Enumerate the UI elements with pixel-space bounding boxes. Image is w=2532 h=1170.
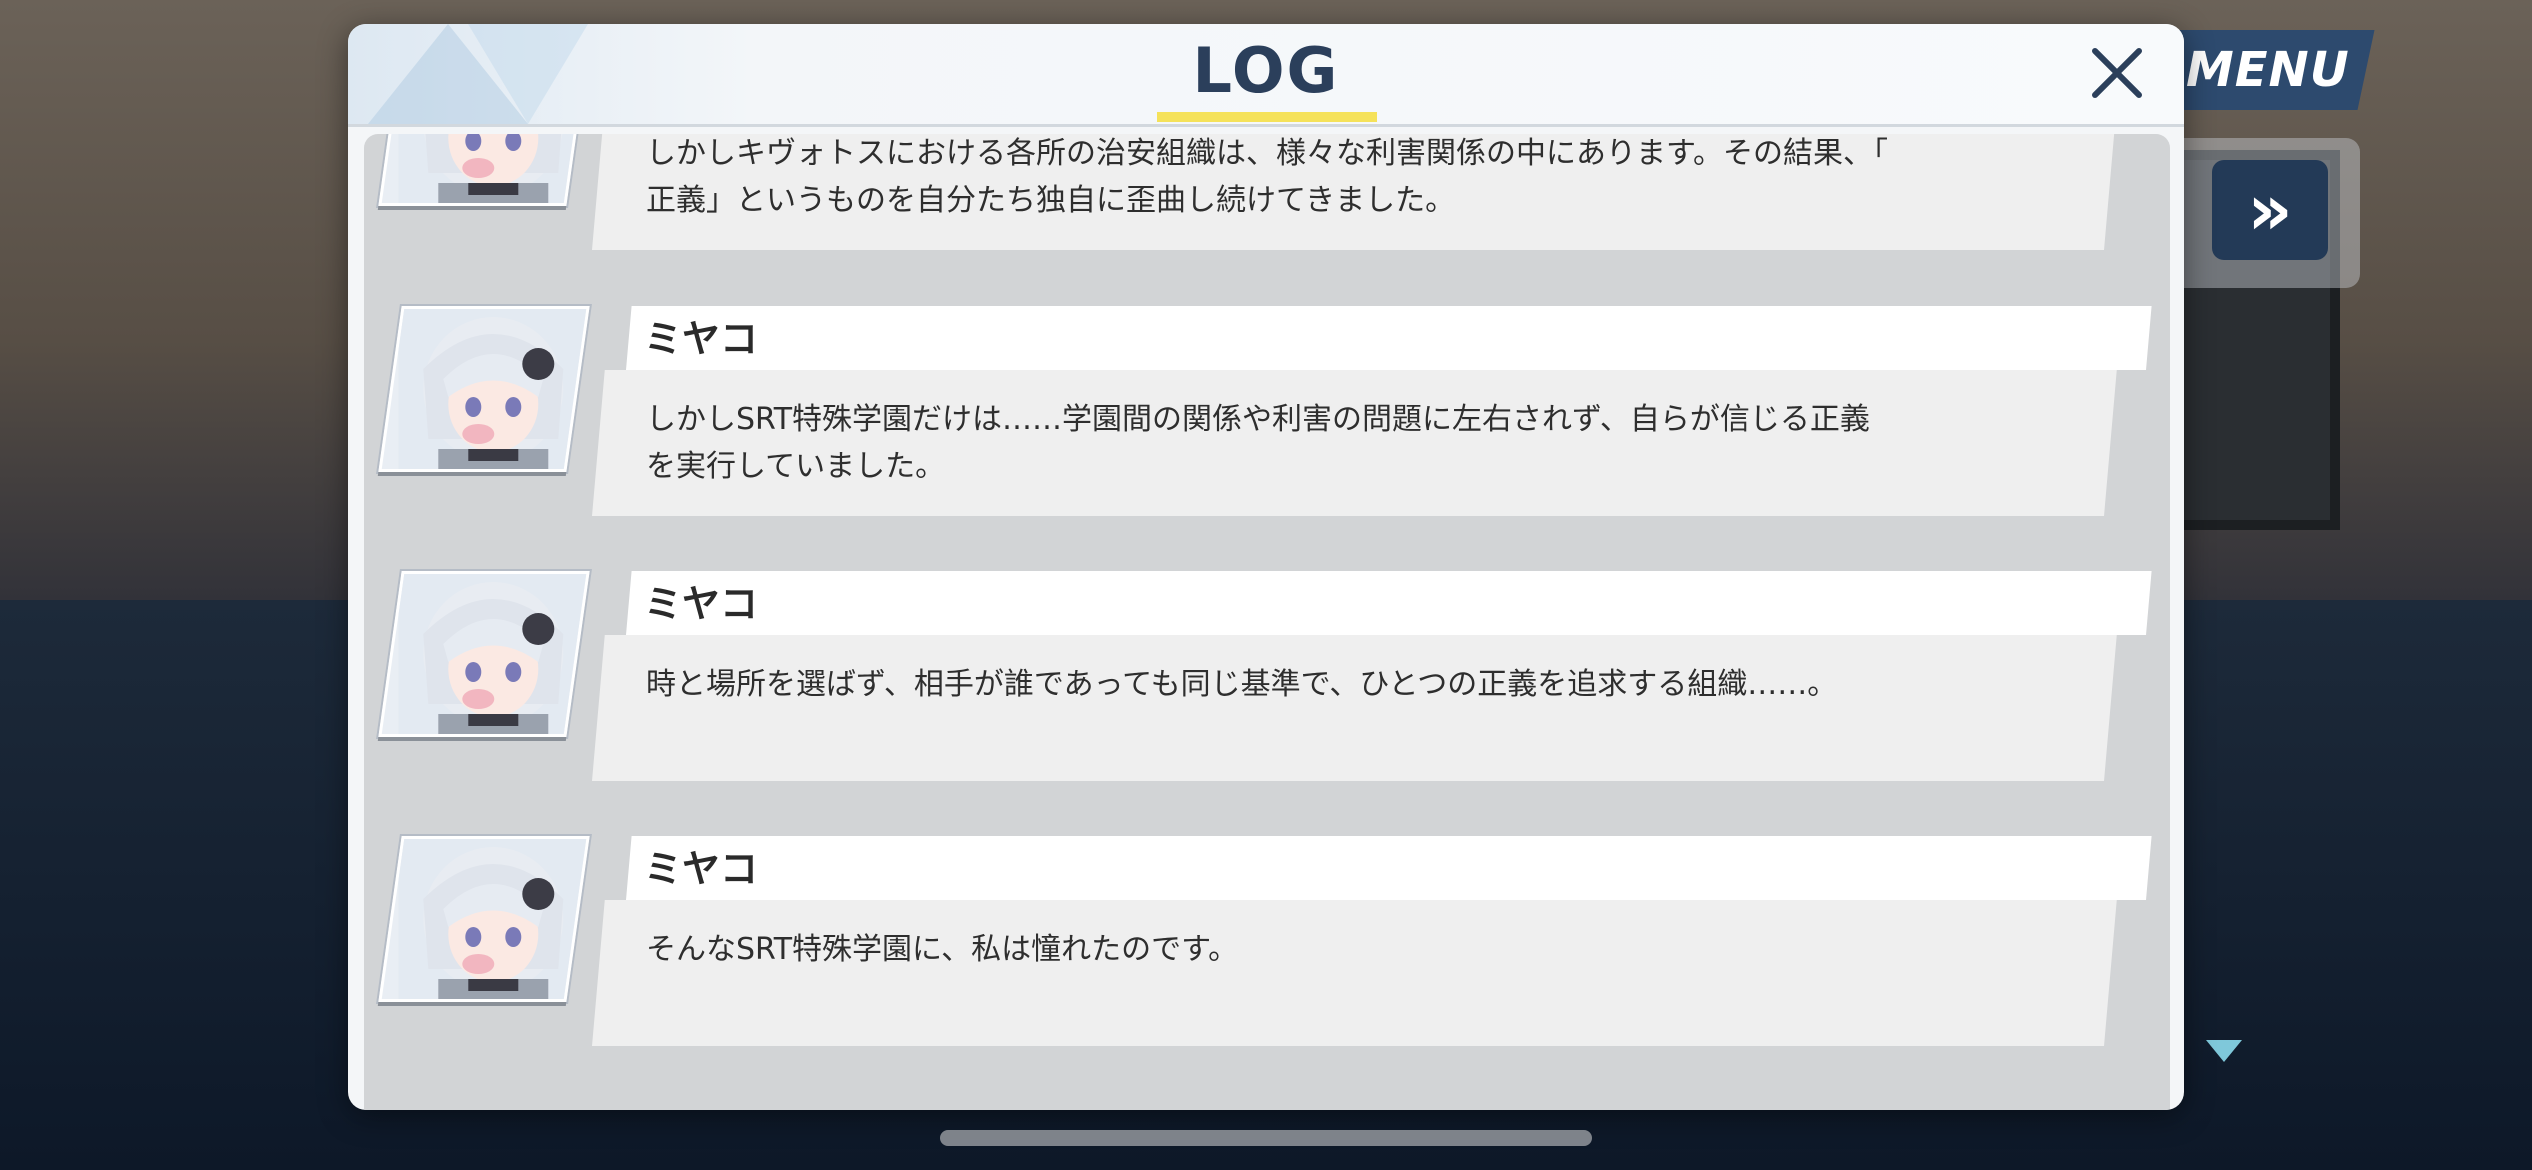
speaker-name-bar: [626, 306, 2152, 370]
character-portrait-image: [398, 839, 589, 1002]
fast-forward-button[interactable]: »: [2212, 160, 2328, 260]
close-button[interactable]: [2082, 38, 2152, 108]
character-portrait-image: [398, 134, 589, 206]
message-box: [592, 635, 2117, 781]
double-chevron-right-icon: »: [2247, 169, 2293, 251]
message-line: そんなSRT特殊学園に、私は憧れたのです。: [646, 932, 1239, 967]
log-entry: しかしキヴォトスにおける各所の治安組織は、様々な利害関係の中にあります。その結果…: [364, 134, 2170, 268]
message-line: 正義」というものを自分たち独自に歪曲し続けてきました。: [646, 183, 1456, 218]
panel-title: LOG: [1192, 34, 1340, 107]
speaker-name-bar: [626, 836, 2152, 900]
close-icon: [2092, 48, 2142, 98]
speaker-name-bar: [626, 571, 2152, 635]
home-indicator[interactable]: [940, 1130, 1592, 1146]
character-portrait: [378, 836, 590, 1002]
log-list[interactable]: しかしキヴォトスにおける各所の治安組織は、様々な利害関係の中にあります。その結果…: [364, 134, 2170, 1110]
log-entry: ミヤコ しかしSRT特殊学園だけは……学園間の関係や利害の問題に左右されず、自ら…: [364, 284, 2170, 534]
log-entry: ミヤコ そんなSRT特殊学園に、私は憧れたのです。: [364, 814, 2170, 1064]
log-entry: ミヤコ 時と場所を選ばず、相手が誰であっても同じ基準で、ひとつの正義を追求する組…: [364, 549, 2170, 799]
menu-button[interactable]: MENU: [2161, 30, 2375, 110]
message-box: [592, 900, 2117, 1046]
character-portrait: [378, 306, 590, 472]
character-portrait-image: [398, 574, 589, 737]
next-indicator-icon: [2206, 1040, 2242, 1062]
message-line: 時と場所を選ばず、相手が誰であっても同じ基準で、ひとつの正義を追求する組織……。: [646, 667, 1838, 702]
message-text: しかしキヴォトスにおける各所の治安組織は、様々な利害関係の中にあります。その結果…: [646, 134, 1888, 224]
character-portrait: [378, 134, 590, 206]
menu-button-label: MENU: [2186, 42, 2350, 98]
message-text: そんなSRT特殊学園に、私は憧れたのです。: [646, 926, 1886, 973]
message-text: 時と場所を選ばず、相手が誰であっても同じ基準で、ひとつの正義を追求する組織……。: [646, 661, 1886, 708]
log-panel: LOG しかしキヴォトスにおける各所の治安組織は、様々な利害関係の中にあります。…: [348, 24, 2184, 1110]
speaker-name: ミヤコ: [644, 317, 759, 361]
speaker-name: ミヤコ: [644, 582, 759, 626]
message-line: しかしSRT特殊学園だけは……学園間の関係や利害の問題に左右されず、自らが信じる…: [646, 402, 1870, 437]
message-line: しかしキヴォトスにおける各所の治安組織は、様々な利害関係の中にあります。その結果…: [646, 136, 1888, 171]
message-line: を実行していました。: [646, 449, 946, 484]
message-text: しかしSRT特殊学園だけは……学園間の関係や利害の問題に左右されず、自らが信じる…: [646, 396, 1886, 490]
speaker-name: ミヤコ: [644, 847, 759, 891]
log-panel-header: LOG: [348, 24, 2184, 127]
character-portrait: [378, 571, 590, 737]
character-portrait-image: [398, 309, 589, 472]
title-underline: [1157, 112, 1377, 122]
